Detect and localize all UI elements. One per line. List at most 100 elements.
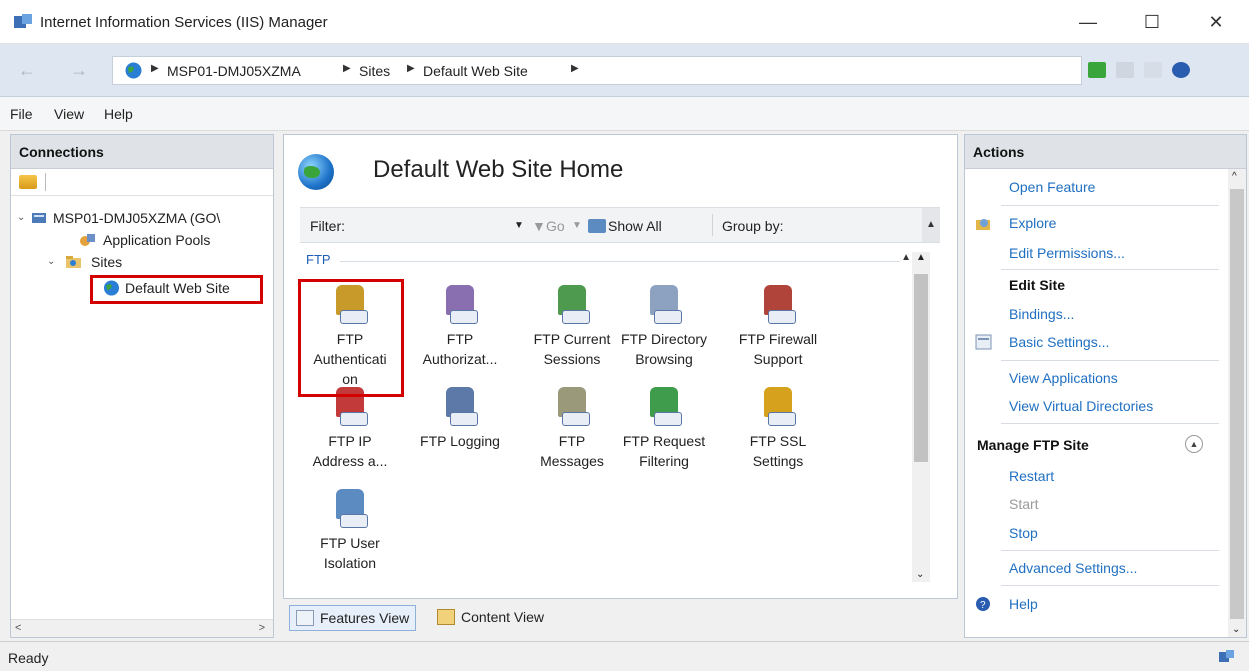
ftp-authorization-icon xyxy=(440,283,480,327)
help-link[interactable]: Help xyxy=(1009,596,1038,612)
view-applications-link[interactable]: View Applications xyxy=(1009,370,1118,386)
go-button[interactable]: Go xyxy=(546,218,565,234)
show-all-icon xyxy=(588,219,606,233)
feature-item[interactable]: FTP Firewall Support xyxy=(728,283,828,369)
basic-settings-icon xyxy=(975,334,992,350)
feature-label: FTP Logging xyxy=(420,433,500,449)
tab-features-view[interactable]: Features View xyxy=(289,605,417,631)
feature-item[interactable]: FTP Current Sessions xyxy=(522,283,622,369)
feature-label: FTP xyxy=(558,433,586,449)
horizontal-scrollbar[interactable]: < > xyxy=(11,619,273,637)
page-title: Default Web Site Home xyxy=(373,156,624,183)
scroll-down-icon[interactable]: ⌄ xyxy=(916,569,924,580)
features-view-icon xyxy=(296,610,314,626)
scroll-thumb[interactable] xyxy=(1230,189,1244,619)
scroll-up-icon[interactable]: ▲ xyxy=(916,252,926,263)
breadcrumb-default-web-site[interactable]: Default Web Site xyxy=(423,63,528,79)
connections-toolbar xyxy=(11,169,273,196)
title-bar: Internet Information Services (IIS) Mana… xyxy=(0,0,1249,44)
scroll-right-icon[interactable]: > xyxy=(259,622,265,634)
actions-divider xyxy=(1001,585,1219,586)
minimize-button[interactable]: — xyxy=(1056,0,1120,44)
menu-help[interactable]: Help xyxy=(104,106,133,122)
feature-label: FTP Directory xyxy=(620,331,708,347)
go-dropdown-icon[interactable]: ▼ xyxy=(572,220,582,231)
breadcrumb-sites[interactable]: Sites xyxy=(359,63,390,79)
tree-item-server[interactable]: ⌄ MSP01-DMJ05XZMA (GO\ xyxy=(17,209,273,229)
feature-label: FTP Current xyxy=(533,331,611,347)
scroll-left-icon[interactable]: < xyxy=(15,622,21,634)
group-header-ftp: FTP ▲ xyxy=(306,252,911,272)
feature-label: Filtering xyxy=(639,453,689,469)
group-by-button[interactable]: Group by: xyxy=(722,218,783,234)
actions-divider xyxy=(1001,423,1219,424)
feature-item[interactable]: FTP Request Filtering xyxy=(614,385,714,471)
connect-icon[interactable] xyxy=(1088,62,1106,78)
ftp-badge-icon xyxy=(340,514,368,528)
show-all-button[interactable]: Show All xyxy=(608,218,662,234)
menu-view[interactable]: View xyxy=(54,106,84,122)
connect-up-icon[interactable] xyxy=(19,175,37,189)
feature-item[interactable]: FTP Logging xyxy=(410,385,510,451)
feature-item[interactable]: FTP Messages xyxy=(522,385,622,471)
breadcrumb-server[interactable]: MSP01-DMJ05XZMA xyxy=(167,63,301,79)
tab-features-view-label: Features View xyxy=(320,610,410,626)
feature-item[interactable]: FTP Directory Browsing xyxy=(614,283,714,369)
help-icon[interactable] xyxy=(1172,62,1190,78)
advanced-settings-link[interactable]: Advanced Settings... xyxy=(1009,560,1137,576)
tab-content-view[interactable]: Content View xyxy=(431,605,550,631)
explore-link[interactable]: Explore xyxy=(1009,215,1056,231)
home-icon[interactable] xyxy=(1144,62,1162,78)
funnel-icon: ▼ xyxy=(532,218,546,234)
collapse-group-icon[interactable]: ▲ xyxy=(901,252,911,263)
feature-label: Support xyxy=(753,351,803,367)
group-title: FTP xyxy=(306,252,331,267)
edit-permissions-link[interactable]: Edit Permissions... xyxy=(1009,245,1125,261)
menu-file[interactable]: File xyxy=(10,106,33,122)
globe-icon xyxy=(125,62,142,79)
back-button[interactable]: ← xyxy=(14,58,40,82)
feature-label: FTP xyxy=(446,331,474,347)
stop-icon[interactable] xyxy=(1116,62,1134,78)
forward-button[interactable]: → xyxy=(66,58,92,82)
scroll-up-icon[interactable]: ^ xyxy=(1232,171,1237,182)
ftp-badge-icon xyxy=(654,310,682,324)
feature-label: Settings xyxy=(752,453,804,469)
feature-item[interactable]: FTP IP Address a... xyxy=(300,385,400,471)
status-bar: Ready xyxy=(0,641,1249,671)
restart-link[interactable]: Restart xyxy=(1009,468,1054,484)
filter-scroll-grip[interactable]: ▲ xyxy=(922,208,940,242)
scroll-down-icon[interactable]: ⌄ xyxy=(1232,624,1240,635)
open-feature-link[interactable]: Open Feature xyxy=(1009,179,1095,195)
ftp-badge-icon xyxy=(768,310,796,324)
close-button[interactable]: ✕ xyxy=(1184,0,1248,44)
address-toolbar xyxy=(1088,58,1190,82)
breadcrumb[interactable]: ▶ MSP01-DMJ05XZMA ▶ Sites ▶ Default Web … xyxy=(112,56,1082,85)
selection-highlight xyxy=(298,279,404,397)
server-icon xyxy=(32,213,46,223)
bindings-link[interactable]: Bindings... xyxy=(1009,306,1074,322)
actions-scrollbar[interactable]: ^ ⌄ xyxy=(1228,169,1246,637)
filter-dropdown-icon[interactable]: ▼ xyxy=(514,220,524,231)
tree-item-application-pools[interactable]: Application Pools xyxy=(61,231,271,251)
scroll-thumb[interactable] xyxy=(914,274,928,462)
maximize-button[interactable]: ☐ xyxy=(1120,0,1184,44)
basic-settings-link[interactable]: Basic Settings... xyxy=(1009,334,1109,350)
collapse-icon[interactable]: ⌄ xyxy=(47,256,55,267)
collapse-section-icon[interactable]: ▲ xyxy=(1185,435,1203,453)
folder-icon xyxy=(66,256,81,268)
collapse-icon[interactable]: ⌄ xyxy=(17,212,25,223)
feature-label: Messages xyxy=(540,453,604,469)
feature-label: Authorizat... xyxy=(422,351,498,367)
tree-item-sites[interactable]: ⌄ Sites xyxy=(47,253,247,273)
features-scrollbar[interactable]: ▲ ⌄ xyxy=(912,252,930,582)
feature-item[interactable]: FTP Authorizat... xyxy=(410,283,510,369)
feature-item[interactable]: FTP User Isolation xyxy=(300,487,400,573)
stop-link[interactable]: Stop xyxy=(1009,525,1038,541)
filter-bar: Filter: ▼ ▼ Go ▼ Show All Group by: ▲ xyxy=(300,207,940,243)
feature-item[interactable]: FTP SSL Settings xyxy=(728,385,828,471)
filter-input[interactable] xyxy=(346,214,476,236)
view-virtual-directories-link[interactable]: View Virtual Directories xyxy=(1009,398,1153,414)
feature-label: Browsing xyxy=(635,351,693,367)
ftp-messages-icon xyxy=(552,385,592,429)
